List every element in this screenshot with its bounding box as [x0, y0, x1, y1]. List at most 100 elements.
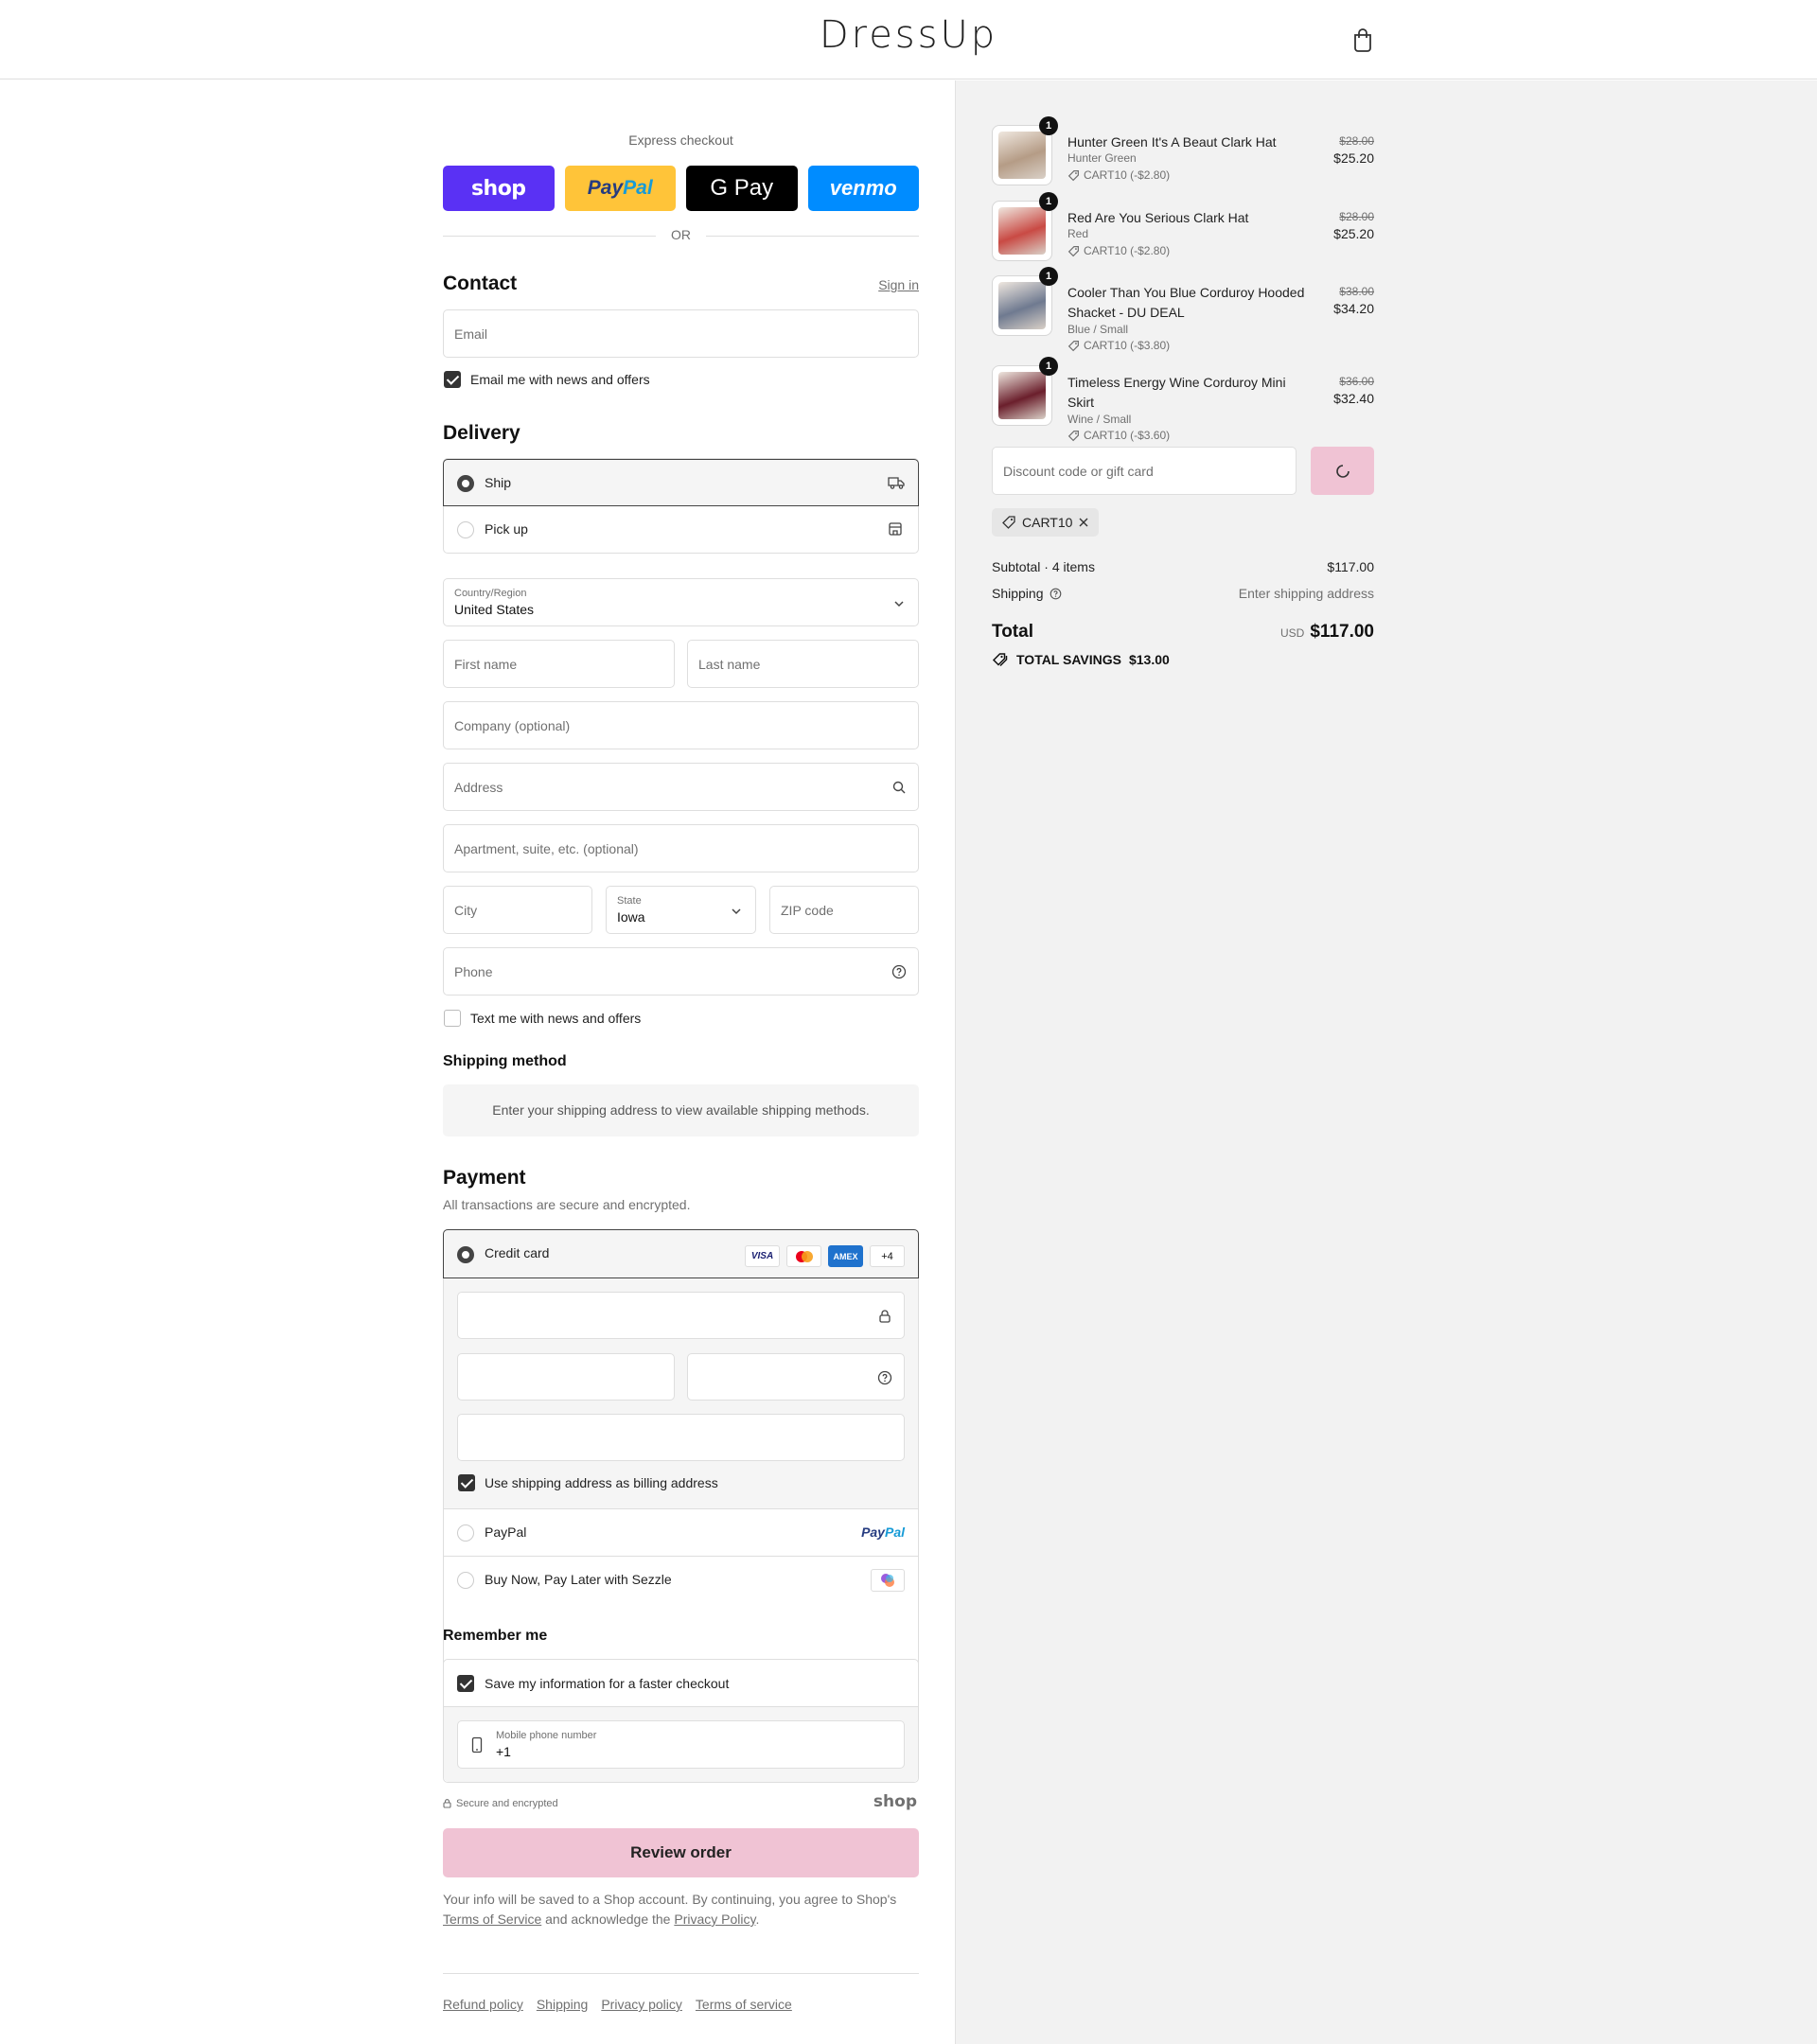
sign-in-link[interactable]: Sign in: [878, 277, 919, 292]
pickup-radio[interactable]: [457, 521, 474, 538]
state-select[interactable]: State Iowa: [606, 886, 756, 934]
shipping-row: Shipping Enter shipping address: [992, 586, 1374, 601]
header: DressUp: [0, 0, 1817, 79]
legal-text-part: Your info will be saved to a Shop accoun…: [443, 1892, 897, 1907]
email-field[interactable]: Email: [443, 309, 919, 358]
mobile-phone-icon: [471, 1736, 483, 1753]
shipping-value: Enter shipping address: [1238, 586, 1374, 601]
item-discount-code: CART10 (-$3.60): [1084, 429, 1171, 442]
delivery-option-ship[interactable]: Ship: [443, 459, 919, 506]
privacy-policy-link[interactable]: Privacy Policy: [674, 1912, 755, 1927]
first-name-placeholder: First name: [454, 657, 518, 672]
paypal-express-button[interactable]: Pay Pal: [564, 166, 676, 211]
credit-card-label: Credit card: [485, 1245, 550, 1260]
privacy-policy-footer-link[interactable]: Privacy policy: [601, 1997, 682, 2012]
or-divider-label: OR: [656, 227, 706, 242]
footer-divider: [443, 1973, 919, 1974]
mobile-phone-label: Mobile phone number: [496, 1730, 597, 1741]
address-placeholder: Address: [454, 780, 503, 795]
billing-address-checkbox[interactable]: [458, 1474, 475, 1491]
item-original-price: $36.00: [1339, 375, 1374, 388]
credit-card-radio[interactable]: [457, 1246, 474, 1263]
card-number-field[interactable]: [457, 1292, 905, 1339]
help-icon[interactable]: [877, 1370, 892, 1385]
remember-me-heading: Remember me: [443, 1628, 548, 1644]
ship-radio[interactable]: [457, 475, 474, 492]
terms-of-service-link[interactable]: Terms of Service: [443, 1912, 541, 1927]
item-original-price: $28.00: [1339, 210, 1374, 223]
google-pay-button[interactable]: G Pay: [686, 166, 798, 211]
more-cards-badge: +4: [870, 1245, 905, 1267]
item-original-price: $28.00: [1339, 134, 1374, 148]
help-icon[interactable]: [1050, 588, 1062, 600]
mobile-phone-field[interactable]: Mobile phone number +1: [457, 1720, 905, 1769]
payment-subtitle: All transactions are secure and encrypte…: [443, 1197, 691, 1212]
delivery-option-pickup[interactable]: Pick up: [444, 506, 918, 554]
first-name-field[interactable]: First name: [443, 640, 675, 688]
truck-icon: [888, 477, 905, 489]
state-label: State: [617, 895, 642, 907]
expiration-field[interactable]: [457, 1353, 675, 1401]
city-field[interactable]: City: [443, 886, 592, 934]
chevron-down-icon: [894, 601, 904, 608]
item-name: Cooler Than You Blue Corduroy Hooded Sha…: [1067, 285, 1305, 320]
shipping-label: Shipping: [992, 586, 1044, 601]
refund-policy-link[interactable]: Refund policy: [443, 1997, 523, 2012]
terms-of-service-footer-link[interactable]: Terms of service: [696, 1997, 792, 2012]
item-variant: Wine / Small: [1067, 413, 1132, 426]
item-name: Red Are You Serious Clark Hat: [1067, 210, 1249, 225]
product-image: [998, 132, 1046, 179]
search-icon: [892, 781, 906, 794]
phone-field[interactable]: Phone: [443, 947, 919, 996]
tags-icon: [992, 653, 1008, 667]
lock-icon: [879, 1310, 891, 1323]
secure-note: Secure and encrypted: [443, 1798, 558, 1809]
savings-label: TOTAL SAVINGS: [1016, 652, 1121, 667]
sezzle-radio[interactable]: [457, 1572, 474, 1589]
save-info-checkbox[interactable]: [457, 1675, 474, 1692]
paypal-radio[interactable]: [457, 1524, 474, 1542]
footer-links: Refund policy Shipping Privacy policy Te…: [443, 1997, 792, 2012]
text-news-checkbox[interactable]: [444, 1010, 461, 1027]
tag-icon: [1067, 245, 1079, 256]
payment-option-sezzle[interactable]: Buy Now, Pay Later with Sezzle: [444, 1556, 918, 1603]
discount-code-field[interactable]: Discount code or gift card: [992, 447, 1297, 495]
pickup-label: Pick up: [485, 521, 528, 537]
payment-option-credit-card[interactable]: Credit card VISA AMEX +4: [443, 1229, 919, 1278]
shop-pay-button[interactable]: shop: [443, 166, 555, 211]
company-field[interactable]: Company (optional): [443, 701, 919, 749]
review-order-button[interactable]: Review order: [443, 1828, 919, 1877]
legal-text: Your info will be saved to a Shop accoun…: [443, 1890, 919, 1929]
apartment-placeholder: Apartment, suite, etc. (optional): [454, 841, 639, 856]
name-on-card-field[interactable]: [457, 1414, 905, 1461]
help-icon[interactable]: [891, 964, 907, 979]
amex-icon: AMEX: [828, 1245, 863, 1267]
shop-logo: shop: [873, 1792, 917, 1811]
venmo-button[interactable]: venmo: [807, 166, 919, 211]
tag-icon: [1002, 516, 1015, 529]
total-savings: TOTAL SAVINGS $13.00: [992, 652, 1170, 667]
brand-logo[interactable]: DressUp: [0, 13, 1817, 57]
last-name-field[interactable]: Last name: [687, 640, 919, 688]
item-discount-code: CART10 (-$2.80): [1084, 168, 1171, 182]
email-news-checkbox[interactable]: [444, 371, 461, 388]
product-image: [998, 207, 1046, 255]
zip-field[interactable]: ZIP code: [769, 886, 919, 934]
item-price: $25.20: [1333, 150, 1374, 166]
last-name-placeholder: Last name: [698, 657, 761, 672]
security-code-field[interactable]: [687, 1353, 905, 1401]
address-field[interactable]: Address: [443, 763, 919, 811]
shopping-bag-icon[interactable]: [1351, 26, 1374, 53]
apply-discount-button[interactable]: [1311, 447, 1374, 495]
close-icon[interactable]: [1078, 517, 1089, 528]
payment-option-paypal[interactable]: PayPal PayPal: [444, 1508, 918, 1556]
discount-placeholder: Discount code or gift card: [1003, 464, 1154, 479]
applied-discount-chip: CART10: [992, 508, 1100, 537]
total-value: $117.00: [1310, 622, 1374, 642]
shipping-link[interactable]: Shipping: [537, 1997, 589, 2012]
item-discount: CART10 (-$3.60): [1067, 429, 1170, 442]
apartment-field[interactable]: Apartment, suite, etc. (optional): [443, 824, 919, 872]
tag-icon: [1067, 430, 1079, 441]
country-select[interactable]: Country/Region United States: [443, 578, 919, 626]
item-variant: Red: [1067, 227, 1089, 240]
